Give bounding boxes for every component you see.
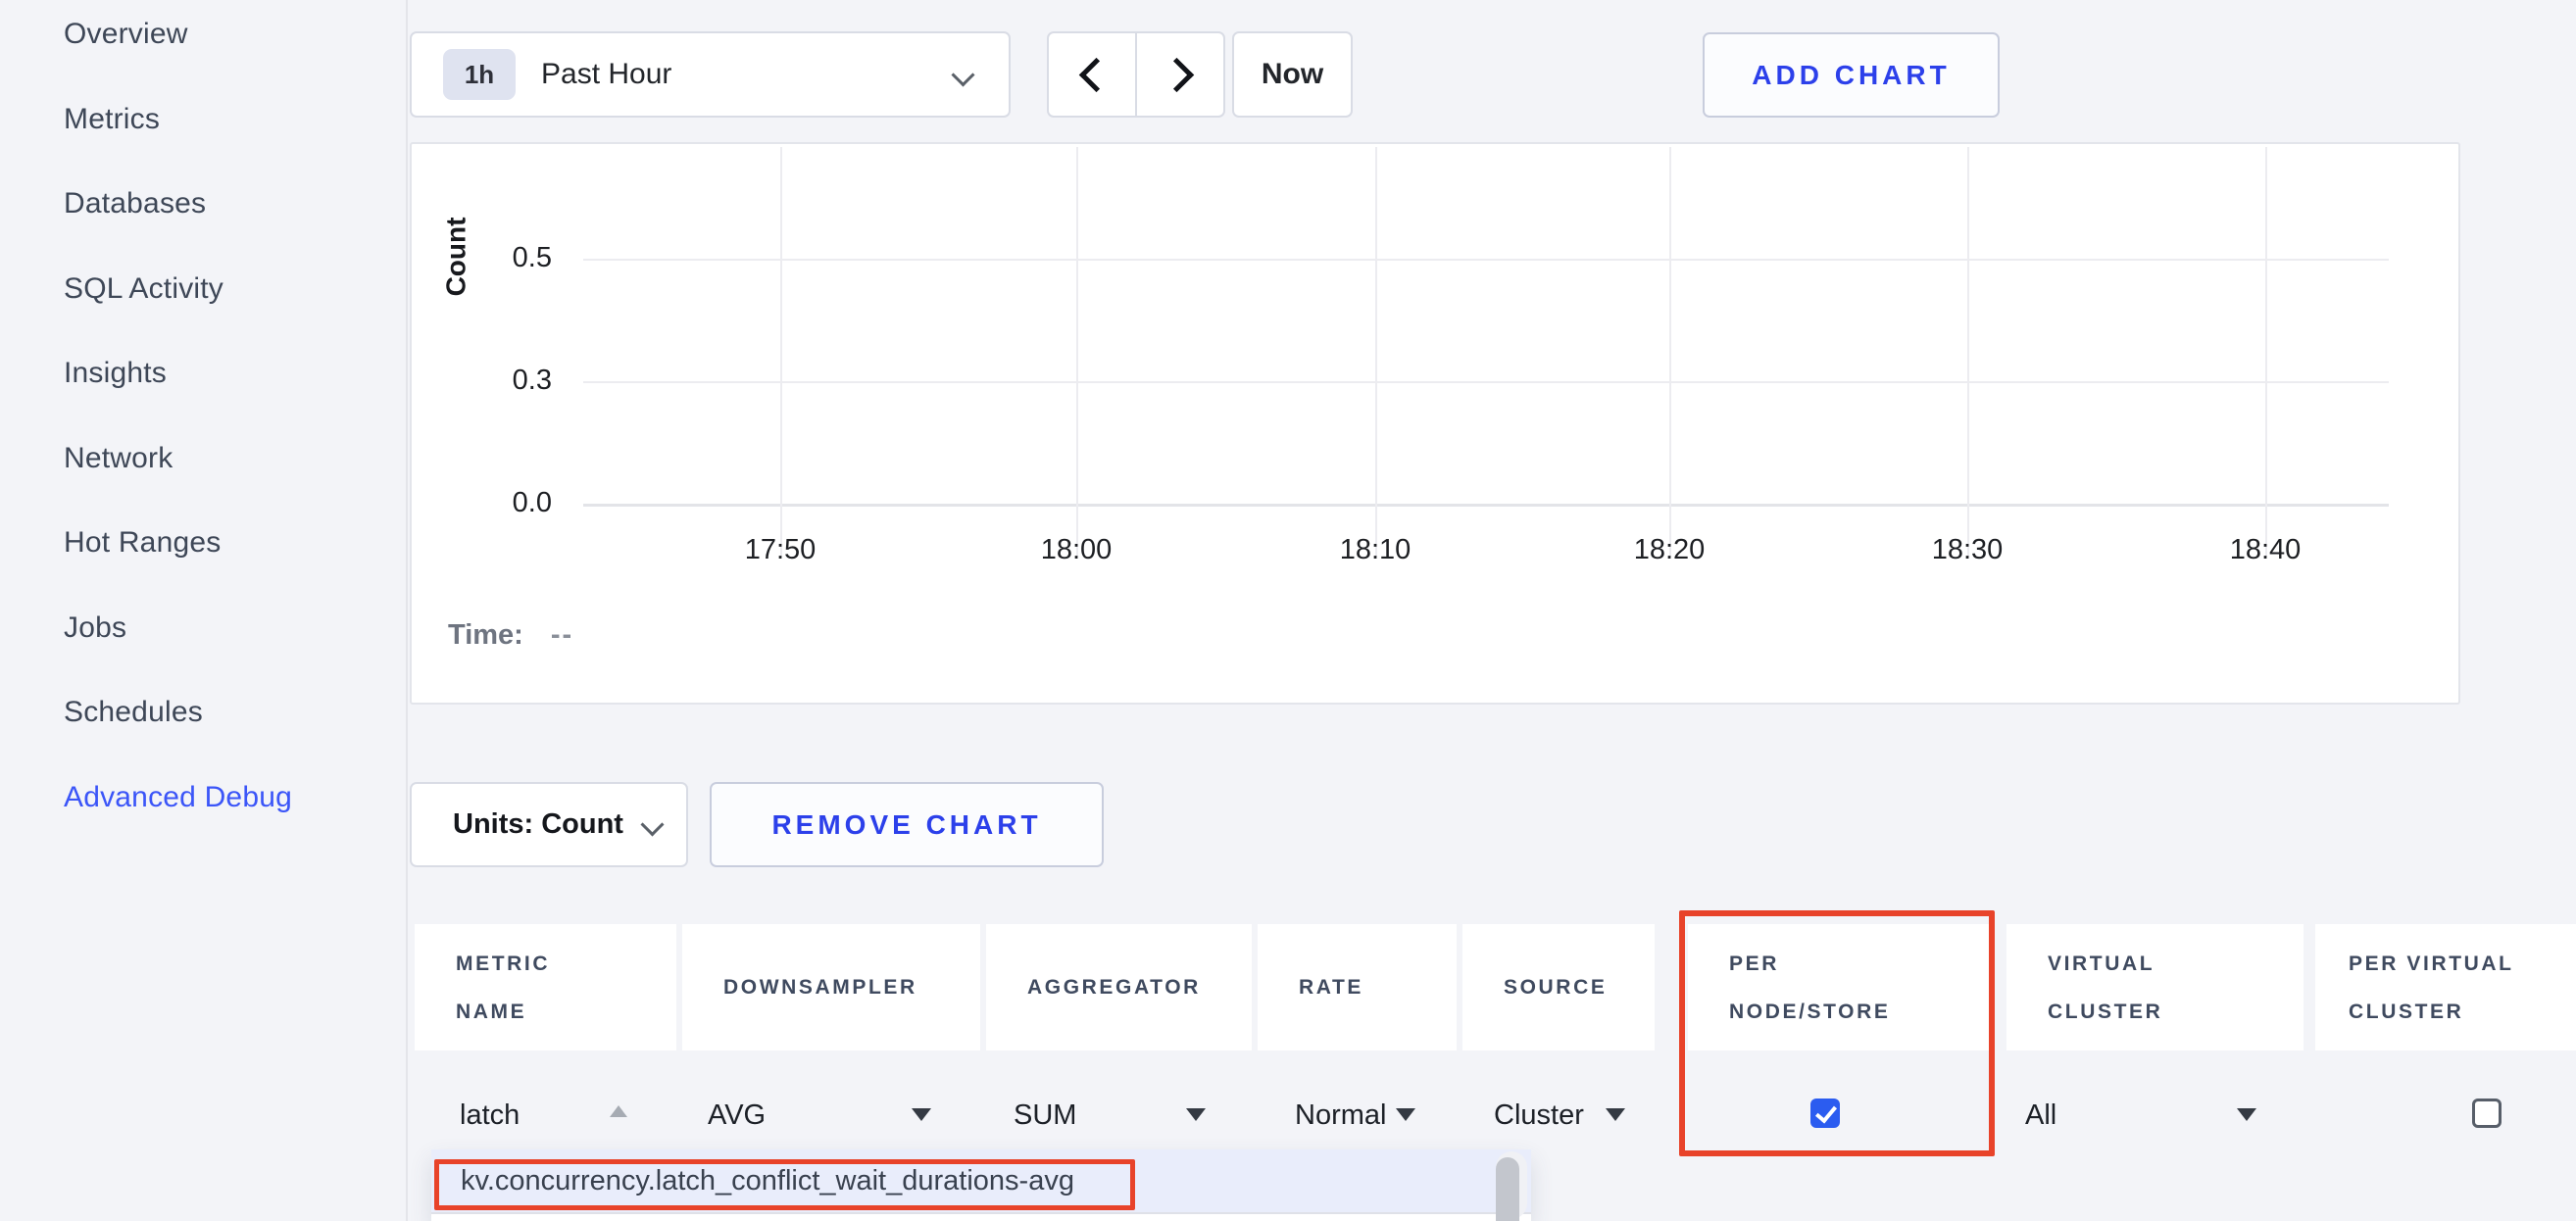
caret-up-icon — [610, 1105, 627, 1117]
y-tick-0_5: 0.5 — [434, 242, 552, 274]
remove-chart-button[interactable]: REMOVE CHART — [710, 782, 1104, 867]
metric-autocomplete-dropdown: kv.concurrency.latch_conflict_wait_durat… — [431, 1149, 1531, 1221]
time-step-buttons — [1047, 31, 1225, 118]
metric-suggestion-next-item[interactable] — [431, 1212, 1531, 1221]
x-tick-17-50: 17:50 — [702, 534, 859, 566]
scrollbar-track[interactable] — [1496, 1151, 1527, 1219]
per-virtual-cluster-checkbox[interactable] — [2472, 1099, 2502, 1128]
sidebar-item-metrics[interactable]: Metrics — [0, 77, 406, 163]
sidebar-item-jobs[interactable]: Jobs — [0, 586, 406, 671]
advanced-debug-custom-chart-page: Overview Metrics Databases SQL Activity … — [0, 0, 2576, 1221]
gridline-18-10 — [1375, 147, 1377, 557]
sidebar-item-insights[interactable]: Insights — [0, 331, 406, 416]
gridline-18-30 — [1967, 147, 1969, 557]
time-range-badge: 1h — [443, 49, 516, 100]
aggregator-select[interactable]: SUM — [1014, 1099, 1076, 1132]
sidebar-item-network[interactable]: Network — [0, 416, 406, 502]
time-range-label: Past Hour — [541, 58, 671, 91]
virtual-cluster-select[interactable]: All — [2025, 1099, 2056, 1132]
header-source: SOURCE — [1462, 924, 1655, 1050]
rate-select[interactable]: Normal — [1295, 1099, 1386, 1132]
source-select[interactable]: Cluster — [1494, 1099, 1584, 1132]
gridline-18-00 — [1076, 147, 1078, 557]
chevron-left-icon — [1078, 57, 1113, 91]
caret-down-icon[interactable] — [1186, 1108, 1206, 1121]
units-select-label: Units: Count — [453, 808, 623, 841]
gridline-0_3 — [583, 381, 2389, 383]
chevron-down-icon — [640, 812, 664, 836]
prev-range-button[interactable] — [1049, 33, 1135, 116]
time-range-select[interactable]: 1h Past Hour — [410, 31, 1011, 118]
per-node-store-checkbox[interactable] — [1810, 1099, 1840, 1128]
metric-suggestion-label: kv.concurrency.latch_conflict_wait_durat… — [461, 1165, 1074, 1197]
hover-time-readout: Time: -- — [448, 619, 573, 652]
downsampler-select[interactable]: AVG — [708, 1099, 766, 1132]
y-tick-0_0: 0.0 — [434, 487, 552, 519]
sidebar-item-sql-activity[interactable]: SQL Activity — [0, 247, 406, 332]
header-per-virtual-cluster: PER VIRTUAL CLUSTER — [2315, 924, 2576, 1050]
gridline-17-50 — [780, 147, 782, 557]
x-tick-18-10: 18:10 — [1297, 534, 1454, 566]
sidebar-item-databases[interactable]: Databases — [0, 162, 406, 247]
caret-down-icon[interactable] — [1606, 1108, 1625, 1121]
header-rate: RATE — [1258, 924, 1457, 1050]
sidebar-item-hot-ranges[interactable]: Hot Ranges — [0, 501, 406, 586]
x-tick-18-30: 18:30 — [1889, 534, 2046, 566]
sidebar-item-advanced-debug[interactable]: Advanced Debug — [0, 756, 406, 841]
caret-down-icon[interactable] — [1396, 1108, 1415, 1121]
sidebar-item-schedules[interactable]: Schedules — [0, 670, 406, 756]
custom-chart-card: Count 0.5 0.3 0.0 17:50 18:00 18:10 18:2… — [410, 142, 2460, 705]
gridline-0_5 — [583, 259, 2389, 261]
x-tick-18-20: 18:20 — [1591, 534, 1748, 566]
header-per-node-store: PER NODE/STORE — [1688, 924, 1990, 1050]
chevron-right-icon — [1159, 57, 1193, 91]
gridline-0_0 — [583, 504, 2389, 507]
scrollbar-thumb[interactable] — [1496, 1157, 1519, 1221]
time-label: Time: — [448, 619, 523, 651]
header-aggregator: AGGREGATOR — [986, 924, 1252, 1050]
header-virtual-cluster: VIRTUAL CLUSTER — [2006, 924, 2304, 1050]
units-select[interactable]: Units: Count — [410, 782, 688, 867]
header-downsampler: DOWNSAMPLER — [682, 924, 980, 1050]
gridline-18-20 — [1669, 147, 1671, 557]
next-range-button[interactable] — [1135, 33, 1223, 116]
header-metric-name: METRIC NAME — [415, 924, 676, 1050]
gridline-18-40 — [2265, 147, 2267, 557]
sidebar: Overview Metrics Databases SQL Activity … — [0, 0, 408, 1221]
x-tick-18-00: 18:00 — [998, 534, 1155, 566]
metric-suggestion-item[interactable]: kv.concurrency.latch_conflict_wait_durat… — [431, 1149, 1531, 1212]
y-tick-0_3: 0.3 — [434, 365, 552, 397]
add-chart-button[interactable]: ADD CHART — [1703, 32, 2000, 118]
x-tick-18-40: 18:40 — [2187, 534, 2344, 566]
caret-down-icon[interactable] — [2237, 1108, 2256, 1121]
chevron-down-icon — [951, 63, 974, 86]
caret-down-icon[interactable] — [912, 1108, 931, 1121]
now-button[interactable]: Now — [1232, 31, 1353, 118]
metric-name-input[interactable]: latch — [460, 1099, 520, 1132]
time-value: -- — [551, 619, 573, 651]
sidebar-item-overview[interactable]: Overview — [0, 0, 406, 77]
